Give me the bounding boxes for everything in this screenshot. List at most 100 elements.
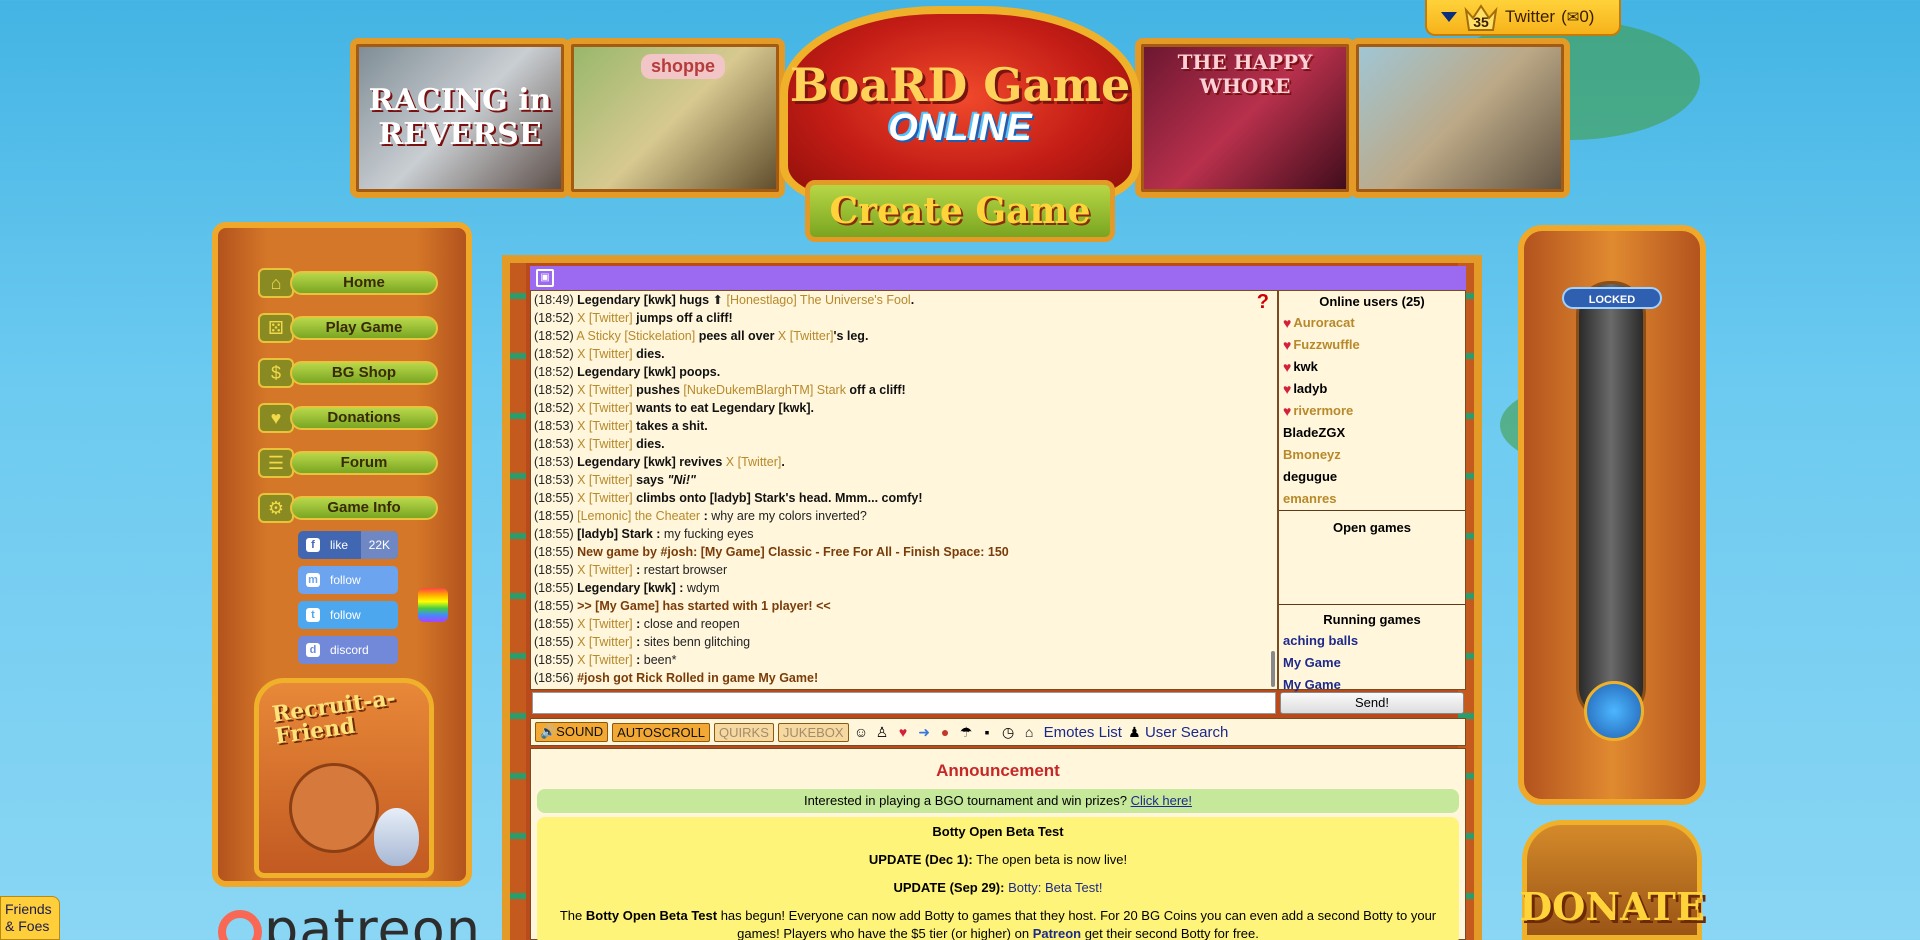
chat-username[interactable]: X [Twitter] [577,491,633,505]
chat-username[interactable]: X [Twitter] [577,401,633,415]
chat-log[interactable]: (18:49) Legendary [kwk] hugs ⬆ [Honestla… [530,290,1278,690]
user-search-link[interactable]: User Search [1145,724,1228,741]
messages-count[interactable]: 0) [1579,7,1594,27]
friends-label-line2: & Foes [5,918,50,934]
username[interactable]: Twitter [1505,7,1555,27]
donate-banner[interactable]: DONATE [1519,820,1705,940]
chat-timestamp: (18:55) [534,545,574,559]
nav-forum[interactable]: ☰ Forum [258,448,438,478]
arrow-emote-icon[interactable]: ➜ [916,724,933,741]
recruit-a-friend-banner[interactable]: Recruit-a-Friend [254,678,434,878]
chat-username[interactable]: X [Twitter] [577,653,633,667]
chat-username[interactable]: X [Twitter] [577,311,633,325]
mastodon-follow-label: follow [330,573,361,587]
chat-line: (18:55) Legendary [kwk] : wdym [534,579,1274,597]
user-emote-icon[interactable]: ♙ [874,724,891,741]
mail-icon[interactable]: ✉ [1567,8,1580,26]
online-user[interactable]: ♥ kwk [1279,356,1465,378]
umbrella-emote-icon[interactable]: ☂ [958,724,975,741]
update2-label: UPDATE (Sep 29): [893,880,1005,895]
patreon-link[interactable]: patreon [218,898,481,940]
chat-username[interactable]: X [Twitter] [577,383,633,397]
chat-username[interactable]: [NukeDukemBlarghTM] Stark [683,383,846,397]
dropdown-arrow-icon[interactable] [1441,12,1457,22]
chat-username[interactable]: X [Twitter] [577,473,633,487]
online-user[interactable]: ♥ Auroracat [1279,312,1465,334]
banner-town[interactable] [1350,38,1570,198]
announcement-title: Announcement [936,761,1060,780]
autoscroll-toggle[interactable]: AUTOSCROLL [612,722,711,742]
online-user[interactable]: ♥ ladyb [1279,378,1465,400]
update2-link[interactable]: Botty: Beta Test! [1008,880,1102,895]
quirks-toggle[interactable]: QUIRKS [714,722,774,742]
banner-shoppe[interactable]: shoppe [565,38,785,198]
sound-toggle[interactable]: 🔊SOUND [535,722,609,742]
patreon-inline-link[interactable]: Patreon [1033,926,1081,940]
chat-username[interactable]: X [Twitter] [577,419,633,433]
discord-button[interactable]: d discord [298,636,398,664]
twitch-icon[interactable]: ▣ [536,269,554,287]
help-question-icon[interactable]: ? [1257,292,1269,312]
chat-username[interactable]: X [Twitter] [726,455,782,469]
chat-text: Classic - Free For All - Finish Space: 1… [764,545,1009,559]
nav-game-info[interactable]: ⚙ Game Info [258,493,438,523]
banner-racing-in-reverse[interactable]: RACING in REVERSE [350,38,570,198]
online-user[interactable]: emanres [1279,488,1465,510]
chat-input[interactable] [532,692,1276,714]
twitter-follow-button[interactable]: t follow [298,601,398,629]
heart-emote-icon[interactable]: ♥ [895,724,912,740]
online-user[interactable]: Bmoneyz [1279,444,1465,466]
rainbow-badge-icon[interactable] [418,588,448,622]
chat-timestamp: (18:52) [534,311,574,325]
chat-username[interactable]: X [Twitter] [577,563,633,577]
running-game-link[interactable]: My Game [1279,652,1465,674]
banner-happy-whore[interactable]: THE HAPPY WHORE [1135,38,1355,198]
house-emote-icon[interactable]: ⌂ [1021,724,1038,740]
clock-emote-icon[interactable]: ◷ [1000,724,1017,741]
nav-home[interactable]: ⌂ Home [258,268,438,298]
nav-donations[interactable]: ♥ Donations [258,403,438,433]
chat-scrollbar[interactable] [1271,651,1275,687]
user-bar[interactable]: 35 Twitter ( ✉ 0) [1425,0,1621,36]
online-user[interactable]: degugue [1279,466,1465,488]
friends-and-foes-button[interactable]: Friends & Foes [0,896,60,940]
create-game-button[interactable]: Create Game [805,180,1115,242]
jukebox-toggle[interactable]: JUKEBOX [777,722,849,742]
chat-username[interactable]: X [Twitter] [577,617,633,631]
online-user[interactable]: ♥ Fuzzwuffle [1279,334,1465,356]
running-game-link[interactable]: aching balls [1279,630,1465,652]
chat-text: ⬆ [712,293,727,307]
facebook-like-button[interactable]: f like 22K [298,531,398,559]
nav-bg-shop[interactable]: $ BG Shop [258,358,438,388]
mastodon-follow-button[interactable]: m follow [298,566,398,594]
chat-username[interactable]: [Lemonic] the Cheater [577,509,700,523]
chat-timestamp: (18:55) [534,599,574,613]
chat-username[interactable]: X [Twitter] [577,635,633,649]
chat-username[interactable]: X [Twitter] [778,329,834,343]
online-user[interactable]: ♥ rivermore [1279,400,1465,422]
chat-text: 's leg. [833,329,869,343]
chat-line: (18:55) New game by #josh: [My Game] Cla… [534,543,1274,561]
apple-emote-icon[interactable]: ● [937,724,954,740]
site-logo[interactable]: BoaRD Game ONLINE [780,6,1140,206]
chat-username[interactable]: [Honestlago] The Universe's Fool [727,293,911,307]
send-button[interactable]: Send! [1280,692,1464,714]
chat-timestamp: (18:56) [534,671,574,685]
chat-line: (18:52) X [Twitter] pushes [NukeDukemBla… [534,381,1274,399]
body-b: Botty Open Beta Test [585,908,718,923]
nav-play-game[interactable]: ⚄ Play Game [258,313,438,343]
right-panel: LOCKED [1518,225,1706,805]
emotes-list-link[interactable]: Emotes List [1044,724,1122,741]
body-d: get their second Botty for free. [1081,926,1259,940]
chat-text: "Ni!" [667,473,696,487]
save-emote-icon[interactable]: ▪ [979,724,996,740]
chat-username[interactable]: A Sticky [Stickelation] [576,329,695,343]
chat-username[interactable]: X [Twitter] [577,437,633,451]
friends-label-line1: Friends [5,901,52,917]
game-info-icon: ⚙ [258,493,294,523]
online-user[interactable]: BladeZGX [1279,422,1465,444]
chat-text: >> [My Game] has started with 1 player! … [577,599,831,613]
tournament-link[interactable]: Click here! [1131,793,1192,808]
smiley-emote-icon[interactable]: ☺ [853,724,870,740]
chat-username[interactable]: X [Twitter] [577,347,633,361]
